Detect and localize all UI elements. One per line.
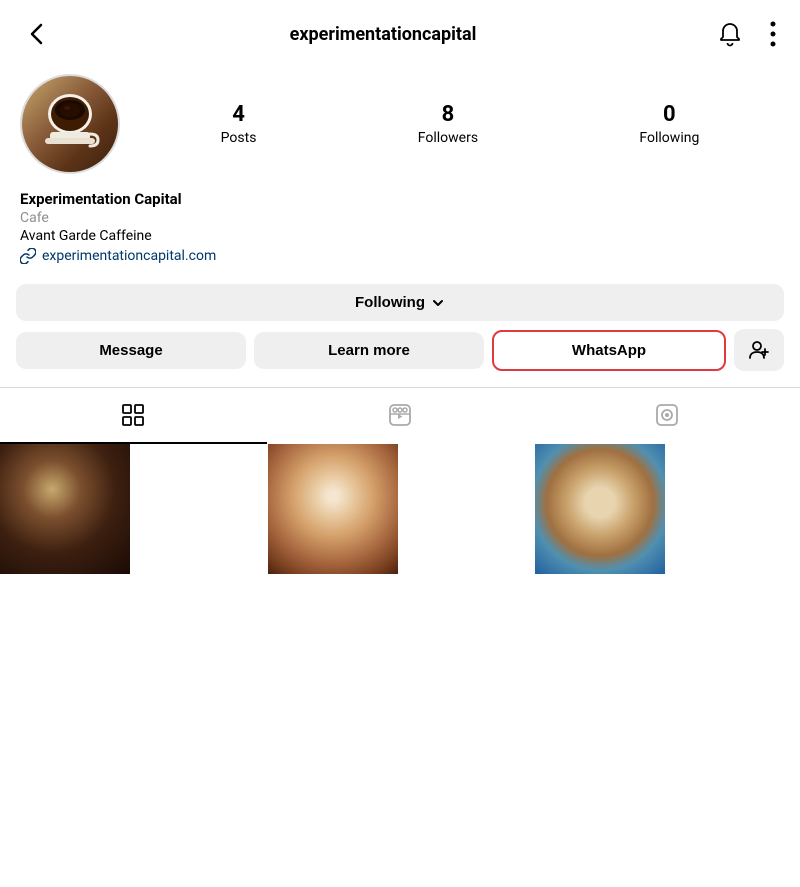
photo-cell-1[interactable] (0, 444, 130, 574)
chevron-down-icon (431, 296, 445, 310)
grid-icon (120, 402, 146, 428)
tab-grid[interactable] (0, 388, 267, 444)
notification-button[interactable] (712, 16, 748, 52)
link-icon (20, 248, 36, 264)
header-username: experimentationcapital (290, 24, 477, 45)
following-label: Following (355, 294, 425, 311)
photo-grid (0, 444, 800, 574)
tab-bar (0, 387, 800, 444)
category: Cafe (20, 210, 780, 226)
website-link[interactable]: experimentationcapital.com (20, 248, 780, 264)
learn-more-button[interactable]: Learn more (254, 332, 484, 369)
avatar[interactable] (20, 74, 120, 174)
more-options-button[interactable] (766, 17, 780, 51)
add-person-icon (748, 339, 770, 361)
tagline: Avant Garde Caffeine (20, 228, 780, 244)
stats-container: 4 Posts 8 Followers 0 Following (140, 102, 780, 146)
profile-top: 4 Posts 8 Followers 0 Following (20, 74, 780, 174)
header-icons (712, 16, 780, 52)
following-label: Following (639, 130, 699, 146)
avatar-image (22, 76, 118, 172)
whatsapp-button[interactable]: WhatsApp (492, 330, 726, 371)
tab-tagged[interactable] (533, 388, 800, 444)
stat-followers[interactable]: 8 Followers (418, 102, 478, 146)
reels-icon (387, 402, 413, 428)
add-friend-button[interactable] (734, 329, 784, 371)
bio-section: Experimentation Capital Cafe Avant Garde… (0, 190, 800, 276)
website-url: experimentationcapital.com (42, 248, 216, 264)
message-button[interactable]: Message (16, 332, 246, 369)
following-button[interactable]: Following (16, 284, 784, 321)
back-button[interactable] (20, 17, 54, 51)
stat-following[interactable]: 0 Following (639, 102, 699, 146)
stat-posts[interactable]: 4 Posts (221, 102, 257, 146)
action-buttons: Following Message Learn more WhatsApp (0, 276, 800, 379)
posts-count: 4 (232, 102, 245, 128)
header: experimentationcapital (0, 0, 800, 64)
tab-reels[interactable] (267, 388, 534, 444)
followers-label: Followers (418, 130, 478, 146)
following-count: 0 (663, 102, 676, 128)
profile-section: 4 Posts 8 Followers 0 Following (0, 64, 800, 174)
photo-cell-2[interactable] (268, 444, 398, 574)
tagged-icon (654, 402, 680, 428)
small-buttons-row: Message Learn more WhatsApp (16, 329, 784, 371)
followers-count: 8 (442, 102, 455, 128)
photo-cell-3[interactable] (535, 444, 665, 574)
posts-label: Posts (221, 130, 257, 146)
display-name: Experimentation Capital (20, 190, 780, 208)
